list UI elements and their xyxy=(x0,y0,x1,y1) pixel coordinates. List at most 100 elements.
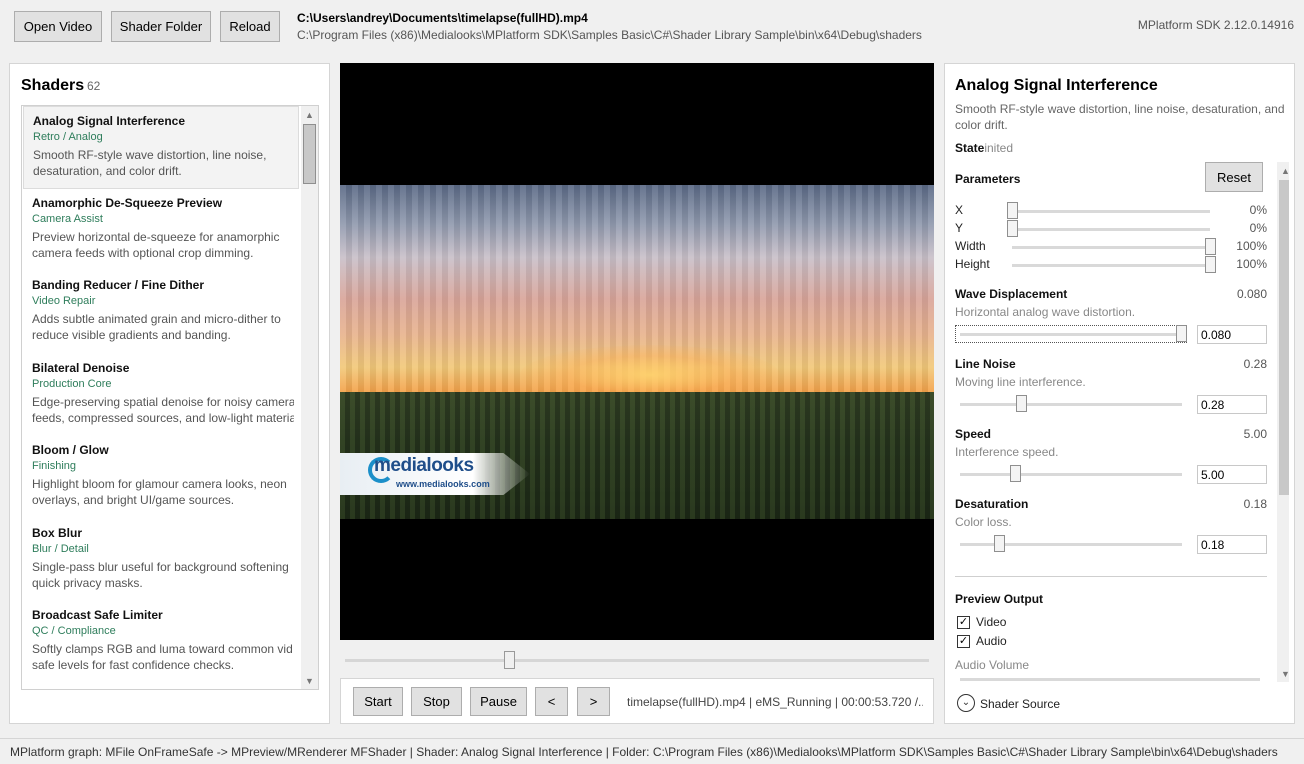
shader-description: Smooth RF-style wave distortion, line no… xyxy=(33,148,267,178)
scroll-thumb[interactable] xyxy=(303,124,316,184)
pause-button[interactable]: Pause xyxy=(470,687,527,716)
y-slider-thumb[interactable] xyxy=(1007,220,1018,237)
shader-description: Softly clamps RGB and luma toward common… xyxy=(32,642,293,672)
shader-description: Smooth RF-style wave distortion, line no… xyxy=(955,102,1285,132)
param-input[interactable]: 5.00 xyxy=(1197,465,1267,484)
shader-description: Highlight bloom for glamour camera looks… xyxy=(32,477,287,507)
state-value: inited xyxy=(984,141,1014,155)
param-description: Color loss. xyxy=(955,515,1012,529)
shader-title: Analog Signal Interference xyxy=(955,77,1158,94)
y-label: Y xyxy=(955,221,964,235)
video-path: C:\Users\andrey\Documents\timelapse(full… xyxy=(297,11,588,25)
shader-description: Adds subtle animated grain and micro-dit… xyxy=(32,312,281,342)
shader-folder-path: C:\Program Files (x86)\Medialooks\MPlatf… xyxy=(297,28,922,42)
width-value: 100% xyxy=(1236,239,1267,253)
shader-list-scrollbar[interactable]: ▲ ▼ xyxy=(301,106,318,689)
transport-bar: Start Stop Pause < > timelapse(fullHD).m… xyxy=(340,678,934,724)
param-slider-thumb[interactable] xyxy=(1009,465,1021,482)
shader-category: Production Core xyxy=(32,378,112,390)
audio-checkbox-label: Audio xyxy=(976,634,1007,648)
reset-button[interactable]: Reset xyxy=(1205,162,1263,192)
shader-description: Single-pass blur useful for background s… xyxy=(32,560,289,590)
video-checkbox[interactable]: ✓ xyxy=(957,616,970,629)
shader-category: Blur / Detail xyxy=(32,543,89,555)
shader-name: Analog Signal Interference xyxy=(33,114,186,128)
scroll-down-icon[interactable]: ▼ xyxy=(1277,665,1289,682)
param-name: Line Noise xyxy=(955,357,1016,371)
list-item[interactable]: Broadcast Safe Limiter QC / Compliance S… xyxy=(23,601,299,684)
audio-volume-label: Audio Volume xyxy=(955,658,1030,672)
parameters-scroll-area[interactable]: Parameters Reset X 0% Y 0% Width 100% He… xyxy=(955,162,1289,682)
status-text: MPlatform graph: MFile OnFrameSafe -> MP… xyxy=(10,745,1278,759)
width-label: Width xyxy=(955,239,986,253)
medialooks-logo: medialooks www.medialooks.com xyxy=(340,453,530,495)
shader-description: Edge-preserving spatial denoise for nois… xyxy=(32,395,294,425)
shader-list[interactable]: Analog Signal Interference Retro / Analo… xyxy=(21,105,319,690)
shader-name: Bloom / Glow xyxy=(32,443,109,457)
stop-button[interactable]: Stop xyxy=(411,687,462,716)
param-input[interactable]: 0.080 xyxy=(1197,325,1267,344)
shaders-panel: Shaders 62 Analog Signal Interference Re… xyxy=(9,63,330,724)
shader-category: Video Repair xyxy=(32,295,96,307)
scroll-down-icon[interactable]: ▼ xyxy=(301,672,318,689)
status-bar: MPlatform graph: MFile OnFrameSafe -> MP… xyxy=(0,738,1304,764)
param-input[interactable]: 0.18 xyxy=(1197,535,1267,554)
list-item[interactable]: Analog Signal Interference Retro / Analo… xyxy=(23,106,299,189)
list-item[interactable]: Banding Reducer / Fine Dither Video Repa… xyxy=(23,271,299,354)
parameters-scrollbar[interactable]: ▲ ▼ xyxy=(1277,162,1289,682)
x-slider[interactable] xyxy=(1012,210,1210,213)
open-video-button[interactable]: Open Video xyxy=(14,11,102,42)
expand-chevron-icon[interactable]: ⌄ xyxy=(957,694,975,712)
param-slider-thumb[interactable] xyxy=(993,535,1005,552)
y-value: 0% xyxy=(1249,221,1267,235)
shader-state: Stateinited xyxy=(955,141,1013,155)
x-slider-thumb[interactable] xyxy=(1007,202,1018,219)
x-value: 0% xyxy=(1249,203,1267,217)
shader-category: Finishing xyxy=(32,460,77,472)
shader-name: Banding Reducer / Fine Dither xyxy=(32,278,205,292)
video-preview: medialooks www.medialooks.com xyxy=(340,63,934,640)
shader-folder-button[interactable]: Shader Folder xyxy=(111,11,211,42)
shader-name: Bilateral Denoise xyxy=(32,361,130,375)
param-slider-thumb[interactable] xyxy=(1016,395,1028,412)
list-item[interactable]: Bloom / Glow Finishing Highlight bloom f… xyxy=(23,436,299,519)
top-toolbar: Open Video Shader Folder Reload C:\Users… xyxy=(0,0,1304,56)
param-description: Interference speed. xyxy=(955,445,1059,459)
param-name: Wave Displacement xyxy=(955,287,1068,301)
width-slider[interactable] xyxy=(1012,246,1210,249)
param-slider[interactable] xyxy=(960,333,1182,336)
height-slider[interactable] xyxy=(1012,264,1210,267)
shader-name: Box Blur xyxy=(32,526,83,540)
param-slider[interactable] xyxy=(960,403,1182,406)
shaders-title: Shaders xyxy=(21,77,85,94)
x-label: X xyxy=(955,203,964,217)
scroll-up-icon[interactable]: ▲ xyxy=(301,106,318,123)
list-item[interactable]: Bilateral Denoise Production Core Edge-p… xyxy=(23,354,299,437)
param-description: Moving line interference. xyxy=(955,375,1086,389)
list-item[interactable]: Anamorphic De-Squeeze Preview Camera Ass… xyxy=(23,189,299,272)
audio-checkbox[interactable]: ✓ xyxy=(957,635,970,648)
start-button[interactable]: Start xyxy=(353,687,403,716)
parameters-label: Parameters xyxy=(955,172,1021,186)
scroll-thumb[interactable] xyxy=(1279,180,1289,495)
logo-text: medialooks xyxy=(374,455,474,476)
logo-url: www.medialooks.com xyxy=(396,479,490,489)
param-slider-thumb[interactable] xyxy=(1176,325,1187,342)
list-item[interactable]: Box Blur Blur / Detail Single-pass blur … xyxy=(23,519,299,602)
timeline-track[interactable] xyxy=(345,659,929,662)
scroll-up-icon[interactable]: ▲ xyxy=(1277,162,1289,179)
divider xyxy=(955,576,1267,577)
param-name: Desaturation xyxy=(955,497,1029,511)
y-slider[interactable] xyxy=(1012,228,1210,231)
param-slider[interactable] xyxy=(960,473,1182,476)
audio-volume-slider[interactable] xyxy=(960,678,1260,681)
shader-source-toggle[interactable]: Shader Source xyxy=(980,697,1060,711)
param-input[interactable]: 0.28 xyxy=(1197,395,1267,414)
reload-button[interactable]: Reload xyxy=(220,11,280,42)
timeline-thumb[interactable] xyxy=(503,651,515,669)
next-frame-button[interactable]: > xyxy=(577,687,610,716)
sdk-version: MPlatform SDK 2.12.0.14916 xyxy=(1137,18,1294,32)
shader-category: QC / Compliance xyxy=(32,625,116,637)
prev-frame-button[interactable]: < xyxy=(535,687,568,716)
param-value: 0.18 xyxy=(1243,497,1267,511)
